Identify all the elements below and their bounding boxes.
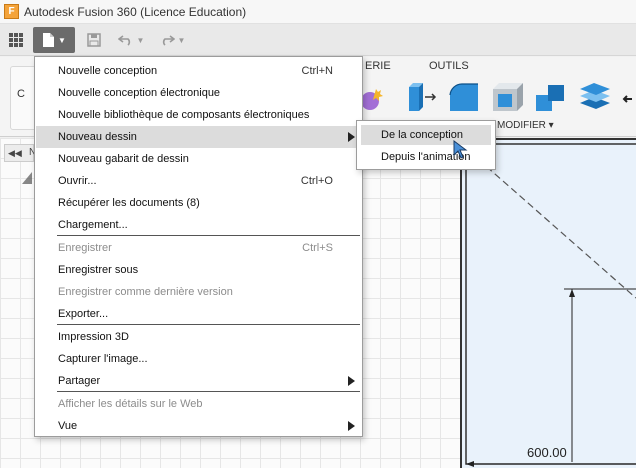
menu-item-label: Ouvrir... <box>58 175 97 187</box>
menu-item-enregistrer-sous[interactable]: Enregistrer sous <box>36 259 361 281</box>
menu-item-label: Impression 3D <box>58 331 129 343</box>
menu-item-label: Nouvelle conception <box>58 65 158 77</box>
redo-button[interactable]: ▼ <box>154 27 190 53</box>
menu-item-label: Enregistrer <box>58 242 112 254</box>
save-button[interactable] <box>82 27 106 53</box>
menu-item-capturer-image[interactable]: Capturer l'image... <box>36 348 361 370</box>
menu-item-label: Nouvelle conception électronique <box>58 87 221 99</box>
combine-icon[interactable] <box>534 81 568 115</box>
file-icon <box>43 33 55 47</box>
menu-item-nouvelle-conception-electronique[interactable]: Nouvelle conception électronique <box>36 82 361 104</box>
mouse-cursor-icon <box>453 140 468 159</box>
title-bar: F Autodesk Fusion 360 (Licence Education… <box>0 0 636 24</box>
dimension-label: 600.00 <box>525 445 569 460</box>
menu-item-shortcut: Ctrl+S <box>302 242 333 254</box>
menu-item-label: Enregistrer sous <box>58 264 139 276</box>
undo-icon <box>117 35 130 46</box>
menu-item-shortcut: Ctrl+N <box>301 65 333 77</box>
replace-face-icon[interactable] <box>578 81 612 115</box>
menu-item-enregistrer-derniere-version: Enregistrer comme dernière version <box>36 281 361 303</box>
chevron-down-icon: ▼ <box>177 35 186 45</box>
menu-item-label: Exporter... <box>58 308 109 320</box>
menu-item-label: Vue <box>58 420 78 432</box>
menu-item-afficher-details-web: Afficher les détails sur le Web <box>36 393 361 415</box>
shell-icon[interactable] <box>490 81 524 115</box>
press-pull-icon[interactable] <box>405 81 439 115</box>
submenu-arrow-icon <box>348 376 355 386</box>
fusion-logo-icon: F <box>4 4 19 19</box>
menu-item-label: Nouveau gabarit de dessin <box>58 153 189 165</box>
menu-item-nouveau-dessin[interactable]: Nouveau dessin <box>36 126 361 148</box>
ribbon-group-outils-label: OUTILS <box>429 60 469 72</box>
submenu-arrow-icon <box>348 132 355 142</box>
menu-separator <box>57 324 360 325</box>
menu-item-shortcut: Ctrl+O <box>300 175 333 187</box>
menu-item-label: Enregistrer comme dernière version <box>58 286 233 298</box>
menu-item-label: Chargement... <box>58 219 128 231</box>
file-menu: Nouvelle conception Ctrl+N Nouvelle conc… <box>34 56 363 437</box>
menu-item-vue[interactable]: Vue <box>36 415 361 437</box>
quick-access-toolbar: ▼ ▼ ▼ <box>0 24 636 56</box>
menu-item-label: Récupérer les documents (8) <box>58 197 200 209</box>
menu-item-recuperer-documents[interactable]: Récupérer les documents (8) <box>36 192 361 214</box>
submenu-arrow-icon <box>348 421 355 431</box>
menu-item-exporter[interactable]: Exporter... <box>36 303 361 325</box>
move-icon[interactable] <box>620 81 636 115</box>
menu-item-enregistrer: Enregistrer Ctrl+S <box>36 237 361 259</box>
menu-separator <box>57 235 360 236</box>
redo-icon <box>162 35 175 46</box>
submenu-item-de-la-conception[interactable]: De la conception <box>361 125 491 145</box>
undo-button[interactable]: ▼ <box>113 27 149 53</box>
workspace-label: C <box>17 88 25 100</box>
menu-item-label: Afficher les détails sur le Web <box>58 398 203 410</box>
menu-separator <box>57 391 360 392</box>
nouveau-dessin-submenu: De la conception Depuis l'animation <box>356 120 496 170</box>
menu-item-partager[interactable]: Partager <box>36 370 361 392</box>
submenu-item-depuis-animation[interactable]: Depuis l'animation <box>361 147 491 167</box>
grid-icon <box>9 33 23 47</box>
chevron-down-icon: ▼ <box>58 35 66 45</box>
menu-item-label: Partager <box>58 375 101 387</box>
menu-item-label: Nouveau dessin <box>58 131 137 143</box>
menu-item-label: Capturer l'image... <box>58 353 148 365</box>
window-title: Autodesk Fusion 360 (Licence Education) <box>24 5 247 19</box>
menu-item-nouvelle-conception[interactable]: Nouvelle conception Ctrl+N <box>36 60 361 82</box>
menu-item-nouveau-gabarit[interactable]: Nouveau gabarit de dessin <box>36 148 361 170</box>
save-icon <box>87 33 101 47</box>
menu-item-label: Nouvelle bibliothèque de composants élec… <box>58 109 310 121</box>
file-menu-button[interactable]: ▼ <box>33 27 75 53</box>
menu-item-chargement[interactable]: Chargement... <box>36 214 361 236</box>
menu-item-impression-3d[interactable]: Impression 3D <box>36 326 361 348</box>
menu-item-ouvrir[interactable]: Ouvrir... Ctrl+O <box>36 170 361 192</box>
ribbon-group-label: ERIE <box>365 60 391 72</box>
menu-item-nouvelle-bibliotheque[interactable]: Nouvelle bibliothèque de composants élec… <box>36 104 361 126</box>
submenu-item-label: De la conception <box>381 129 463 141</box>
chevron-down-icon: ▼ <box>136 35 145 45</box>
fillet-icon[interactable] <box>447 81 481 115</box>
modifier-dropdown[interactable]: MODIFIER ▾ <box>497 120 554 131</box>
data-panel-button[interactable] <box>3 27 29 53</box>
